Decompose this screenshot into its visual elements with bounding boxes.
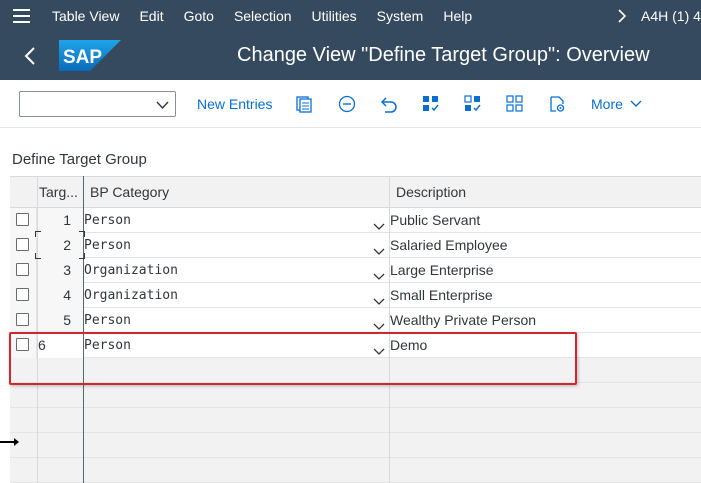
- description-cell[interactable]: Salaried Employee: [389, 233, 701, 258]
- column-divider: [37, 176, 38, 483]
- menu-bar: Table View Edit Goto Selection Utilities…: [0, 0, 701, 32]
- system-info: A4H (1) 4: [641, 8, 701, 24]
- column-header-bp-category[interactable]: BP Category: [90, 177, 169, 207]
- menu-help[interactable]: Help: [433, 0, 482, 32]
- select-all-column-header[interactable]: [10, 177, 37, 207]
- chevron-down-icon: [630, 100, 642, 107]
- hamburger-menu-icon[interactable]: [0, 0, 42, 32]
- menu-edit[interactable]: Edit: [129, 0, 173, 32]
- menu-system[interactable]: System: [367, 0, 434, 32]
- deselect-all-icon[interactable]: [503, 90, 527, 118]
- focus-marker: [79, 253, 85, 259]
- row-checkbox[interactable]: [16, 238, 29, 251]
- row-checkbox[interactable]: [16, 313, 29, 326]
- page-title: Change View "Define Target Group": Overv…: [237, 44, 650, 66]
- back-arrow-icon: [24, 47, 35, 65]
- empty-table-row[interactable]: [10, 408, 701, 433]
- description-cell[interactable]: Small Enterprise: [389, 283, 701, 308]
- sap-logo: SAP: [59, 40, 121, 71]
- table-row[interactable]: 3 Organization Large Enterprise: [10, 258, 701, 283]
- table-row[interactable]: 4 Organization Small Enterprise: [10, 283, 701, 308]
- command-field[interactable]: [19, 91, 176, 117]
- bp-category-cell[interactable]: Person: [84, 208, 389, 233]
- target-group-id: 1: [37, 208, 83, 233]
- focus-marker: [35, 231, 41, 237]
- undo-icon[interactable]: [377, 90, 401, 118]
- section-title: Define Target Group: [12, 151, 147, 168]
- menu-utilities[interactable]: Utilities: [302, 0, 367, 32]
- shell-header: SAP Change View "Define Target Group": O…: [0, 32, 701, 80]
- bp-category-cell[interactable]: Organization: [84, 283, 389, 308]
- back-button[interactable]: [18, 44, 42, 68]
- more-label: More: [591, 96, 623, 112]
- content-area: Define Target Group Targ... BP Category …: [0, 129, 701, 483]
- table-row[interactable]: 5 Person Wealthy Private Person: [10, 308, 701, 333]
- chevron-right-icon[interactable]: [609, 0, 635, 32]
- description-cell[interactable]: Large Enterprise: [389, 258, 701, 283]
- select-block-icon[interactable]: [461, 90, 485, 118]
- bp-category-cell[interactable]: Organization: [84, 258, 389, 283]
- new-entries-button[interactable]: New Entries: [197, 90, 272, 118]
- empty-table-row[interactable]: [10, 458, 701, 483]
- column-header-description[interactable]: Description: [396, 177, 466, 207]
- column-divider: [389, 176, 390, 483]
- description-cell[interactable]: Wealthy Private Person: [389, 308, 701, 333]
- column-divider: [83, 176, 84, 483]
- svg-text:SAP: SAP: [63, 47, 102, 68]
- configuration-icon[interactable]: [545, 90, 569, 118]
- row-checkbox[interactable]: [16, 263, 29, 276]
- table-row[interactable]: 1 Person Public Servant: [10, 208, 701, 233]
- table-row[interactable]: 2 Person Salaried Employee: [10, 233, 701, 258]
- description-cell[interactable]: Public Servant: [389, 208, 701, 233]
- menu-selection[interactable]: Selection: [224, 0, 302, 32]
- focus-marker: [35, 253, 41, 259]
- bp-category-cell[interactable]: Person: [84, 308, 389, 333]
- row-checkbox[interactable]: [16, 213, 29, 226]
- target-group-id: 4: [37, 283, 83, 308]
- arrow-marker: [0, 438, 19, 446]
- focus-marker: [79, 231, 85, 237]
- bp-category-cell[interactable]: Person: [84, 233, 389, 258]
- new-entry-highlight: [9, 332, 577, 385]
- copy-as-icon[interactable]: [292, 90, 316, 118]
- target-group-id: 2: [37, 233, 83, 258]
- empty-table-row[interactable]: [10, 383, 701, 408]
- menu-table-view[interactable]: Table View: [42, 0, 129, 32]
- empty-table-row[interactable]: [10, 433, 701, 458]
- chevron-down-icon[interactable]: [156, 97, 169, 115]
- column-header-target-group[interactable]: Targ...: [39, 177, 78, 207]
- target-group-id: 3: [37, 258, 83, 283]
- target-group-id: 5: [37, 308, 83, 333]
- select-all-icon[interactable]: [419, 90, 443, 118]
- menu-goto[interactable]: Goto: [174, 0, 224, 32]
- more-button[interactable]: More: [591, 90, 642, 118]
- table-header: Targ... BP Category Description: [10, 176, 701, 208]
- application-toolbar: New Entries More: [0, 80, 701, 128]
- row-checkbox[interactable]: [16, 288, 29, 301]
- delete-icon[interactable]: [335, 90, 359, 118]
